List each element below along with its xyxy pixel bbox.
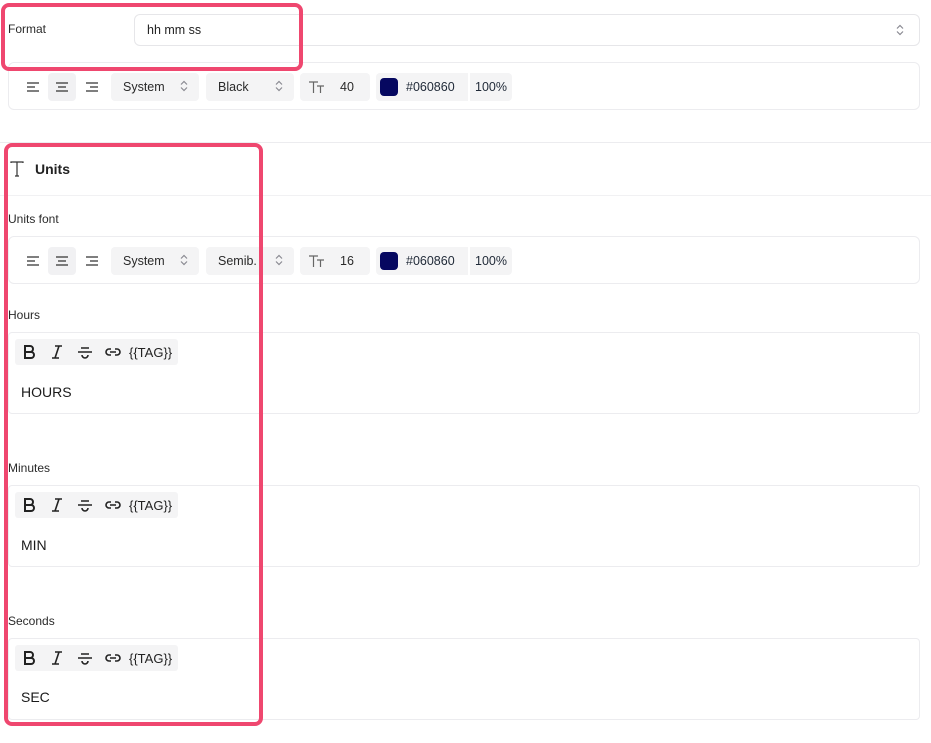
section-divider — [0, 195, 931, 196]
align-left-button[interactable] — [19, 247, 47, 275]
bold-icon — [24, 498, 35, 512]
seconds-value: SEC — [21, 689, 50, 705]
hours-value: HOURS — [21, 384, 72, 400]
bold-icon — [24, 345, 35, 359]
strikethrough-button[interactable] — [71, 339, 99, 365]
italic-button[interactable] — [43, 492, 71, 518]
value-font-toolbar: System Black 40 #060860 100% — [8, 62, 920, 110]
section-divider — [0, 142, 931, 143]
align-center-button[interactable] — [48, 73, 76, 101]
chevron-updown-icon — [275, 254, 283, 266]
align-center-icon — [56, 256, 68, 266]
chevron-updown-icon — [180, 80, 188, 92]
opacity-value: 100% — [475, 254, 507, 268]
link-icon — [105, 348, 121, 356]
align-right-icon — [86, 82, 98, 92]
font-family-value: System — [123, 254, 165, 268]
link-icon — [105, 501, 121, 509]
bold-button[interactable] — [15, 339, 43, 365]
italic-button[interactable] — [43, 645, 71, 671]
font-family-select[interactable]: System — [111, 247, 199, 275]
hours-label: Hours — [8, 308, 41, 322]
divider — [468, 73, 470, 101]
align-center-icon — [56, 82, 68, 92]
rich-text-toolbar: {{TAG}} — [15, 492, 179, 518]
align-center-button[interactable] — [48, 247, 76, 275]
font-weight-value: Black — [218, 80, 249, 94]
divider — [468, 247, 470, 275]
color-swatch — [380, 252, 398, 270]
color-hex: #060860 — [406, 80, 455, 94]
text-size-icon — [309, 81, 324, 93]
insert-tag-button[interactable]: {{TAG}} — [127, 498, 178, 513]
format-select[interactable]: hh mm ss — [134, 14, 920, 46]
seconds-label: Seconds — [8, 614, 55, 628]
opacity-value: 100% — [475, 80, 507, 94]
align-right-icon — [86, 256, 98, 266]
units-font-label: Units font — [8, 212, 59, 226]
align-right-button[interactable] — [78, 73, 106, 101]
format-select-value: hh mm ss — [147, 23, 202, 37]
italic-button[interactable] — [43, 339, 71, 365]
align-left-button[interactable] — [19, 73, 47, 101]
rich-text-toolbar: {{TAG}} — [15, 645, 179, 671]
font-size-input[interactable]: 40 — [300, 73, 370, 101]
color-picker[interactable]: #060860 100% — [376, 247, 512, 275]
strikethrough-icon — [78, 653, 92, 665]
color-picker[interactable]: #060860 100% — [376, 73, 512, 101]
strikethrough-icon — [78, 347, 92, 359]
bold-icon — [24, 651, 35, 665]
chevron-updown-icon — [180, 254, 188, 266]
italic-icon — [52, 651, 62, 665]
rich-text-toolbar: {{TAG}} — [15, 339, 179, 365]
align-left-icon — [27, 256, 39, 266]
chevron-updown-icon — [896, 24, 904, 36]
align-left-icon — [27, 82, 39, 92]
strikethrough-button[interactable] — [71, 645, 99, 671]
minutes-editor[interactable]: {{TAG}} MIN — [8, 485, 920, 567]
link-icon — [105, 654, 121, 662]
font-family-value: System — [123, 80, 165, 94]
units-section-title: Units — [35, 161, 70, 177]
strikethrough-icon — [78, 500, 92, 512]
color-swatch — [380, 78, 398, 96]
bold-button[interactable] — [15, 645, 43, 671]
chevron-updown-icon — [275, 80, 283, 92]
insert-tag-button[interactable]: {{TAG}} — [127, 345, 178, 360]
font-size-input[interactable]: 16 — [300, 247, 370, 275]
font-weight-select[interactable]: Semib. — [206, 247, 294, 275]
align-right-button[interactable] — [78, 247, 106, 275]
link-button[interactable] — [99, 645, 127, 671]
bold-button[interactable] — [15, 492, 43, 518]
color-hex: #060860 — [406, 254, 455, 268]
strikethrough-button[interactable] — [71, 492, 99, 518]
link-button[interactable] — [99, 339, 127, 365]
text-size-icon — [309, 255, 324, 267]
units-font-toolbar: System Semib. 16 #060860 100% — [8, 236, 920, 284]
minutes-label: Minutes — [8, 461, 51, 475]
link-button[interactable] — [99, 492, 127, 518]
hours-editor[interactable]: {{TAG}} HOURS — [8, 332, 920, 414]
font-size-value: 40 — [340, 80, 354, 94]
seconds-editor[interactable]: {{TAG}} SEC — [8, 638, 920, 720]
font-size-value: 16 — [340, 254, 354, 268]
text-type-icon — [10, 161, 24, 177]
font-weight-select[interactable]: Black — [206, 73, 294, 101]
font-family-select[interactable]: System — [111, 73, 199, 101]
insert-tag-button[interactable]: {{TAG}} — [127, 651, 178, 666]
format-label: Format — [8, 22, 47, 36]
minutes-value: MIN — [21, 537, 47, 553]
font-weight-value: Semib. — [218, 254, 257, 268]
italic-icon — [52, 345, 62, 359]
italic-icon — [52, 498, 62, 512]
